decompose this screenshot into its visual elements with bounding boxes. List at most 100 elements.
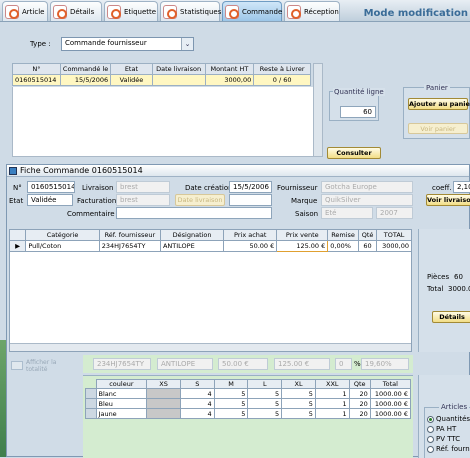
radio-quantites[interactable]: Quantités [427, 415, 470, 423]
radio-icon [427, 425, 434, 433]
fournisseur-field[interactable]: Gotcha Europe [321, 181, 413, 193]
cell[interactable]: 4 [179, 408, 215, 419]
cell[interactable] [146, 408, 181, 419]
cell[interactable]: 5 [247, 388, 283, 399]
table-row[interactable]: Blanc 4 5 5 5 1 20 1000.00 € [85, 388, 412, 399]
livraison-label: Livraison [82, 184, 114, 192]
cell[interactable]: 4 [179, 398, 215, 409]
toggle-switch[interactable] [11, 361, 23, 370]
table-row[interactable]: 0160515014 15/5/2006 Validée 3000,00 0 /… [12, 74, 311, 86]
tab-commande[interactable]: Commande [222, 1, 282, 21]
etat-field[interactable]: Validée [27, 194, 73, 206]
livraison-field[interactable]: brest [116, 181, 170, 193]
cell[interactable]: 5 [213, 408, 249, 419]
afficher-totalite-group: Afficher la totalité [11, 359, 81, 375]
col-header: L [247, 379, 283, 389]
radio-ref-fourn[interactable]: Réf. fourn. [427, 445, 470, 453]
date-creation-field[interactable]: 15/5/2006 [229, 181, 272, 193]
cell: 1000.00 € [369, 388, 412, 399]
cell[interactable]: 1 [314, 388, 350, 399]
row-selector[interactable] [85, 408, 97, 419]
quantite-ligne-label: Quantité ligne [333, 88, 385, 96]
cell[interactable]: 1 [314, 398, 350, 409]
row-selector[interactable] [85, 388, 97, 399]
edit-remise-field[interactable]: 0 [335, 358, 352, 370]
facturation-field[interactable]: brest [116, 194, 170, 206]
add-to-cart-button[interactable]: Ajouter au panier [408, 98, 470, 110]
etat-label: Etat [9, 197, 24, 205]
row-selector[interactable] [85, 398, 97, 409]
cell [151, 74, 206, 86]
radio-icon [427, 445, 434, 453]
table-row[interactable]: ▶ Pull/Coton 234HJ7654TY ANTILOPE 50.00 … [8, 240, 412, 252]
annee-select[interactable]: 2007 [376, 207, 413, 219]
cell[interactable]: 5 [213, 398, 249, 409]
cell[interactable]: 5 [281, 388, 316, 399]
prix-vente-cell[interactable]: 125.00 € [276, 240, 329, 252]
num-field[interactable]: 0160515014 [27, 181, 75, 193]
col-header: S [179, 379, 215, 389]
scrollbar[interactable] [313, 63, 323, 157]
cell: Bleu [95, 398, 148, 409]
col-header: couleur [95, 379, 148, 389]
edit-prix-achat-field[interactable]: 50.00 € [218, 358, 268, 370]
tab-statistiques[interactable]: Statistiques [160, 1, 221, 21]
details-button[interactable]: Détails [432, 311, 470, 323]
commentaire-field[interactable] [116, 207, 272, 219]
horizontal-scrollbar[interactable] [10, 343, 411, 351]
cell[interactable]: 4 [179, 388, 215, 399]
edit-ref-field[interactable]: 234HJ7654TY [93, 358, 151, 370]
cell: 50.00 € [223, 240, 278, 252]
panier-title: Panier [424, 84, 450, 92]
col-header: Prix achat [223, 229, 278, 241]
type-value: Commande fournisseur [65, 39, 147, 47]
row-pointer-icon[interactable]: ▶ [8, 240, 27, 252]
date-livraison-button[interactable]: Date livraison [175, 194, 225, 206]
cell[interactable]: 5 [247, 398, 283, 409]
view-cart-button[interactable]: Voir panier [408, 123, 468, 134]
table-row[interactable]: Bleu 4 5 5 5 1 20 1000.00 € [85, 398, 412, 409]
row-selector-header [8, 229, 27, 241]
quantite-ligne-input[interactable]: 60 [340, 106, 376, 118]
cell: Validée [110, 74, 153, 86]
cell[interactable]: 5 [281, 398, 316, 409]
tab-etiquette[interactable]: Etiquette [104, 1, 158, 21]
quantite-ligne-group: Quantité ligne 60 [329, 88, 385, 121]
date-livraison-field[interactable] [229, 194, 272, 206]
summary-panel: Pièces 60 Total 3000.0 Détails [418, 229, 470, 352]
window-titlebar: Fiche Commande 0160515014 [7, 165, 469, 177]
col-header: Date livraison [151, 63, 206, 75]
col-header: Désignation [159, 229, 225, 241]
cell[interactable] [146, 398, 181, 409]
edit-prix-vente-field[interactable]: 125.00 € [274, 358, 330, 370]
edit-tva-select[interactable]: 19,60% [361, 358, 409, 370]
consulter-button[interactable]: Consulter [327, 147, 381, 159]
tab-reception[interactable]: Réception [284, 1, 340, 21]
tab-article[interactable]: Article [2, 1, 48, 21]
cell[interactable] [146, 388, 181, 399]
tab-label: Détails [70, 7, 95, 16]
coeff-field[interactable]: 2,10 [453, 181, 470, 193]
type-select[interactable]: Commande fournisseur ⌄ [61, 37, 194, 51]
articles-panel: Articles Quantités PA HT PV TTC Réf. fou… [418, 375, 470, 458]
cell: ANTILOPE [159, 240, 225, 252]
voir-livraison-button[interactable]: Voir livraison [426, 194, 470, 206]
tab-details[interactable]: Détails [50, 1, 102, 21]
saison-select[interactable]: Eté [321, 207, 373, 219]
chevron-down-icon[interactable]: ⌄ [181, 38, 193, 50]
edit-designation-field[interactable]: ANTILOPE [157, 358, 213, 370]
col-header: Etat [110, 63, 153, 75]
radio-pa-ht[interactable]: PA HT [427, 425, 456, 433]
marque-field[interactable]: QuikSilver [321, 194, 413, 206]
cell[interactable]: 5 [281, 408, 316, 419]
cell: 20 [348, 408, 371, 419]
cell: 20 [348, 388, 371, 399]
radio-pv-ttc[interactable]: PV TTC [427, 435, 460, 443]
cell[interactable]: 1 [314, 408, 350, 419]
radio-icon [427, 435, 434, 443]
cell[interactable]: 5 [247, 408, 283, 419]
cell[interactable]: 5 [213, 388, 249, 399]
col-header: XXL [314, 379, 350, 389]
cell: Pull/Coton [25, 240, 100, 252]
table-row[interactable]: Jaune 4 5 5 5 1 20 1000.00 € [85, 408, 412, 419]
